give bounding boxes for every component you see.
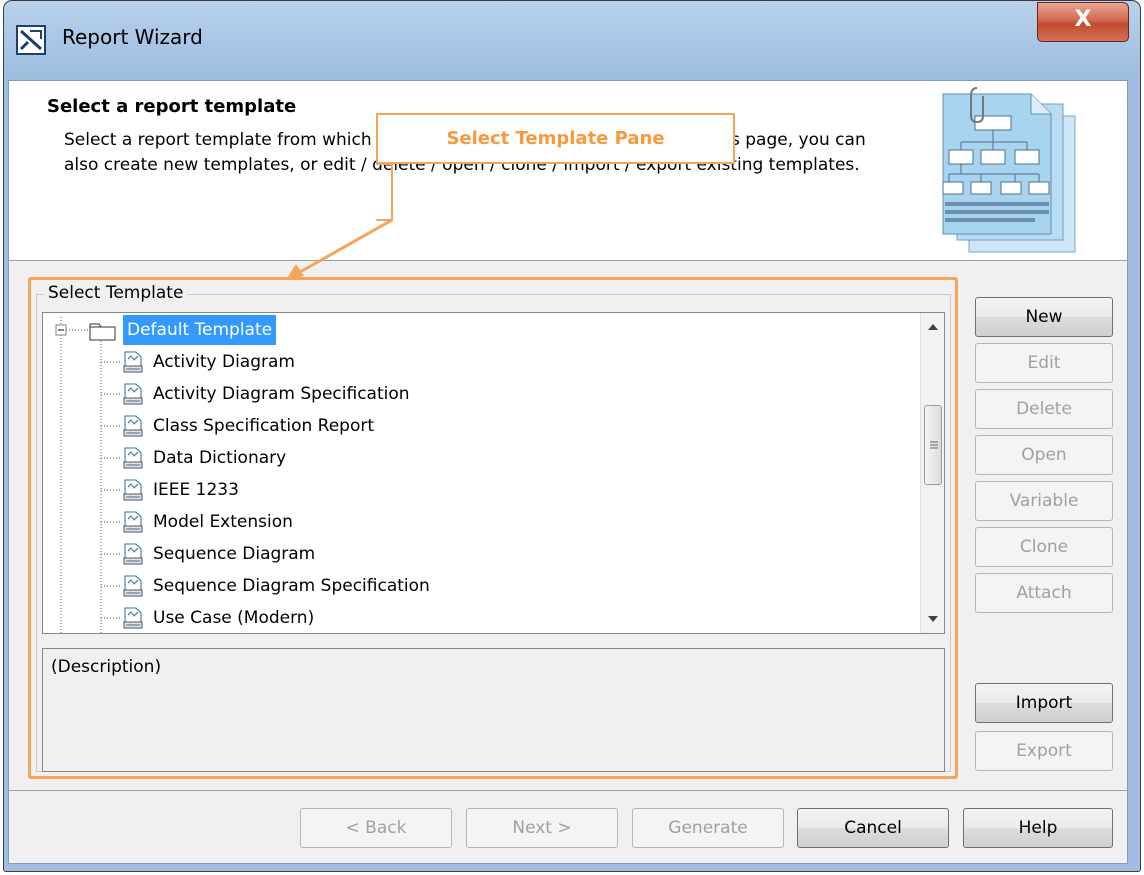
help-button[interactable]: Help [963, 808, 1113, 848]
tree-item-ieee-1233[interactable]: IEEE 1233 [123, 475, 823, 505]
tree-item-label: Sequence Diagram [153, 544, 316, 564]
tree-item-use-case-modern[interactable]: Use Case (Modern) [123, 603, 823, 633]
tree-vertical-scrollbar[interactable] [920, 313, 944, 633]
template-tree[interactable]: Default Template Activity Diagram Activi… [42, 312, 945, 634]
tree-item-label: Sequence Diagram Specification [153, 576, 430, 596]
clone-button[interactable]: Clone [975, 527, 1113, 567]
folder-icon [89, 323, 116, 341]
tree-item-label: IEEE 1233 [153, 480, 239, 500]
report-template-icon [123, 351, 143, 373]
edit-button[interactable]: Edit [975, 343, 1113, 383]
report-template-icon [123, 607, 143, 629]
report-template-icon [123, 415, 143, 437]
generate-button[interactable]: Generate [632, 808, 784, 848]
tree-item-activity-diagram-specification[interactable]: Activity Diagram Specification [123, 379, 823, 409]
tree-item-label: Class Specification Report [153, 416, 375, 436]
description-panel: (Description) [42, 648, 945, 772]
close-icon: X [1074, 7, 1092, 32]
open-button[interactable]: Open [975, 435, 1113, 475]
select-template-pane-callout: Select Template Pane [376, 113, 735, 164]
new-button[interactable]: New [975, 297, 1113, 337]
tree-item-sequence-diagram[interactable]: Sequence Diagram [123, 539, 823, 569]
tree-item-label: Default Template [123, 315, 277, 345]
wizard-header: Select a report template Select a report… [9, 81, 1127, 261]
select-template-group-label: Select Template [44, 283, 188, 303]
attach-button[interactable]: Attach [975, 573, 1113, 613]
report-template-icon [123, 575, 143, 597]
window-title: Report Wizard [62, 25, 203, 49]
cancel-button[interactable]: Cancel [797, 808, 949, 848]
tree-item-label: Data Dictionary [153, 448, 287, 468]
report-template-icon [123, 447, 143, 469]
tree-item-data-dictionary[interactable]: Data Dictionary [123, 443, 823, 473]
tree-item-root[interactable]: Default Template [89, 315, 389, 345]
tree-item-label: Activity Diagram Specification [153, 384, 410, 404]
title-bar[interactable]: Report Wizard X [4, 1, 1140, 79]
variable-button[interactable]: Variable [975, 481, 1113, 521]
tree-item-class-specification-report[interactable]: Class Specification Report [123, 411, 823, 441]
export-button[interactable]: Export [975, 731, 1113, 771]
scroll-down-button[interactable] [921, 605, 944, 633]
tree-item-label: Model Extension [153, 512, 293, 532]
tree-item-label: Activity Diagram [153, 352, 295, 372]
close-button[interactable]: X [1037, 2, 1129, 42]
next-button[interactable]: Next > [466, 808, 618, 848]
tree-item-label: Use Case (Modern) [153, 608, 315, 628]
grip-icon [930, 441, 938, 449]
description-text: (Description) [51, 657, 162, 677]
back-button[interactable]: < Back [300, 808, 452, 848]
report-template-icon [123, 543, 143, 565]
tree-item-model-extension[interactable]: Model Extension [123, 507, 823, 537]
arrow-down-icon [928, 616, 938, 622]
arrow-up-icon [928, 324, 938, 330]
footer-separator [8, 790, 1128, 791]
report-template-icon [123, 479, 143, 501]
report-template-icon [123, 383, 143, 405]
scroll-up-button[interactable] [921, 313, 944, 341]
tree-item-sequence-diagram-specification[interactable]: Sequence Diagram Specification [123, 571, 823, 601]
scroll-thumb[interactable] [924, 405, 942, 485]
report-template-icon [123, 511, 143, 533]
page-title: Select a report template [47, 96, 297, 117]
delete-button[interactable]: Delete [975, 389, 1113, 429]
report-illustration-icon [942, 87, 1076, 253]
app-icon [16, 25, 46, 55]
tree-item-activity-diagram[interactable]: Activity Diagram [123, 347, 823, 377]
import-button[interactable]: Import [975, 683, 1113, 723]
